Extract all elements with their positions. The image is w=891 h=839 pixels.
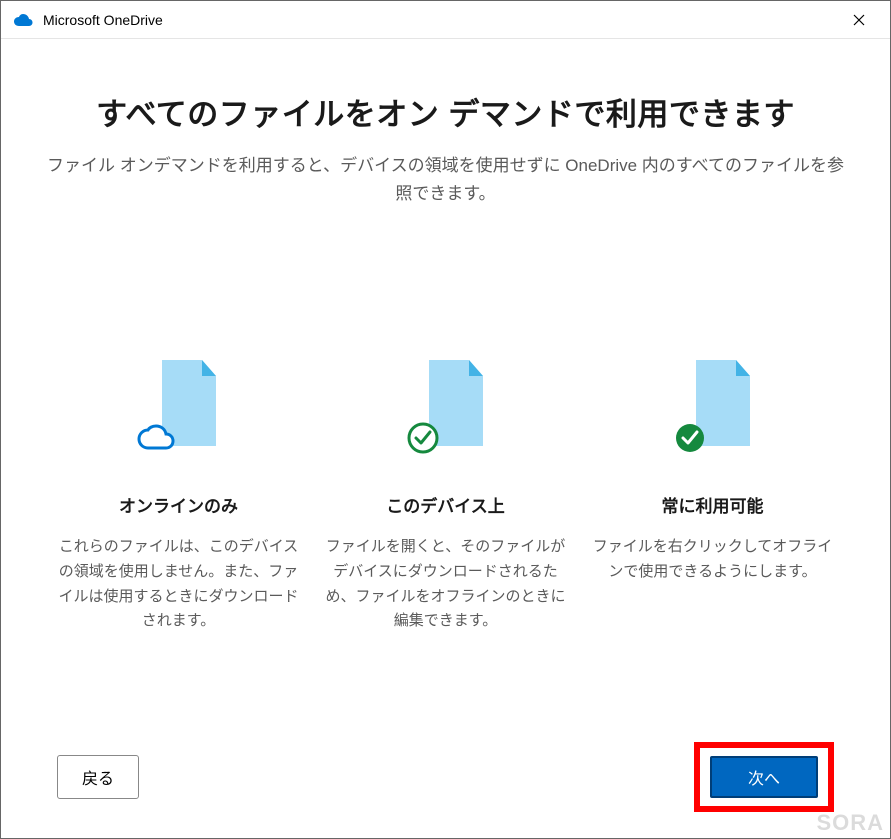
column-online-only: オンラインのみ これらのファイルは、このデバイスの領域を使用しません。また、ファ… (45, 358, 312, 634)
onedrive-icon (13, 10, 33, 30)
content-area: すべてのファイルをオン デマンドで利用できます ファイル オンデマンドを利用する… (1, 39, 890, 838)
dialog-window: Microsoft OneDrive すべてのファイルをオン デマンドで利用でき… (0, 0, 891, 839)
highlight-annotation: 次へ (694, 742, 834, 812)
column-title: 常に利用可能 (662, 492, 764, 517)
titlebar: Microsoft OneDrive (1, 1, 890, 39)
column-desc: ファイルを開くと、そのファイルがデバイスにダウンロードされるため、ファイルをオフ… (312, 535, 579, 634)
next-button[interactable]: 次へ (710, 756, 818, 798)
footer-buttons: 戻る 次へ (1, 742, 890, 812)
feature-columns: オンラインのみ これらのファイルは、このデバイスの領域を使用しません。また、ファ… (41, 358, 850, 634)
column-on-device: このデバイス上 ファイルを開くと、そのファイルがデバイスにダウンロードされるため… (312, 358, 579, 634)
column-desc: これらのファイルは、このデバイスの領域を使用しません。また、ファイルは使用すると… (45, 535, 312, 634)
file-cloud-icon (134, 358, 224, 458)
back-button[interactable]: 戻る (57, 755, 139, 799)
page-headline: すべてのファイルをオン デマンドで利用できます (96, 89, 795, 134)
column-title: このデバイス上 (386, 492, 505, 517)
window-title: Microsoft OneDrive (43, 12, 836, 28)
file-check-outline-icon (401, 358, 491, 458)
column-title: オンラインのみ (119, 492, 238, 517)
close-button[interactable] (836, 2, 882, 38)
column-always-available: 常に利用可能 ファイルを右クリックしてオフラインで使用できるようにします。 (579, 358, 846, 634)
file-check-solid-icon (668, 358, 758, 458)
page-subhead: ファイル オンデマンドを利用すると、デバイスの領域を使用せずに OneDrive… (46, 152, 846, 208)
column-desc: ファイルを右クリックしてオフラインで使用できるようにします。 (579, 535, 846, 585)
watermark: SORA (816, 810, 884, 836)
